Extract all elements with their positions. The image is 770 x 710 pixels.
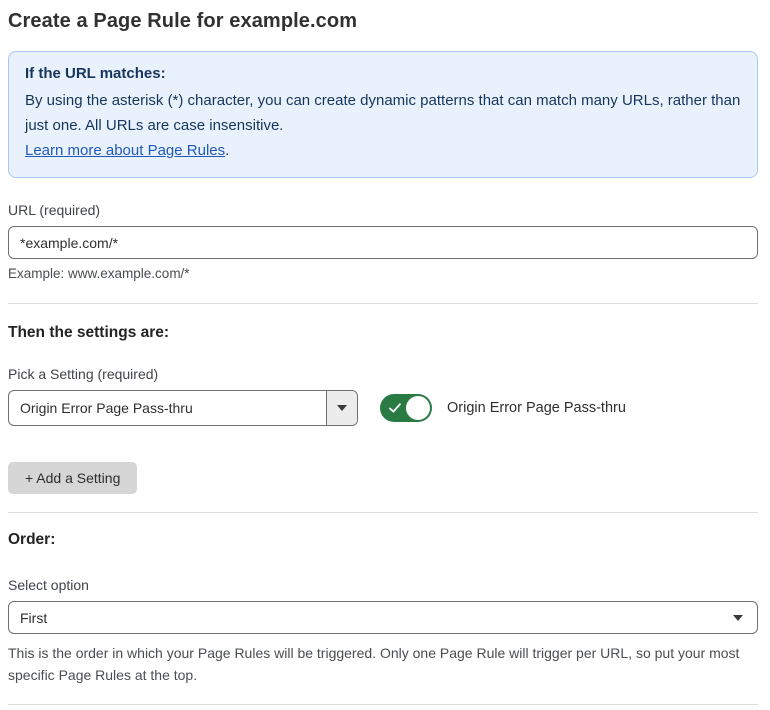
url-match-info-box: If the URL matches: By using the asteris… [8,51,758,178]
setting-row: Origin Error Page Pass-thru Origin Error… [8,390,758,426]
divider [8,704,758,705]
setting-dropdown[interactable]: Origin Error Page Pass-thru [8,390,358,426]
chevron-down-icon [337,405,347,411]
order-select-label: Select option [8,577,89,593]
url-example-helper: Example: www.example.com/* [8,266,190,281]
page-rule-form: Create a Page Rule for example.com If th… [0,0,770,710]
info-box-heading: If the URL matches: [25,65,166,82]
order-select[interactable]: First [8,601,758,634]
check-icon [389,403,401,413]
toggle-knob [406,396,430,420]
setting-toggle[interactable] [380,394,432,422]
url-input[interactable] [8,226,758,259]
divider [8,512,758,513]
chevron-down-icon [733,615,743,621]
divider [8,303,758,304]
info-link-suffix: . [225,142,230,159]
info-link-row: Learn more about Page Rules. [25,138,741,163]
order-section-heading: Order: [8,531,56,548]
order-helper-text: This is the order in which your Page Rul… [8,645,740,683]
setting-toggle-label: Origin Error Page Pass-thru [447,400,626,416]
setting-dropdown-value: Origin Error Page Pass-thru [20,400,193,416]
page-title: Create a Page Rule for example.com [8,10,358,32]
url-field-label: URL (required) [8,202,101,218]
pick-setting-label: Pick a Setting (required) [8,366,159,382]
info-box-body: By using the asterisk (*) character, you… [25,92,741,134]
add-setting-button[interactable]: + Add a Setting [8,462,138,494]
settings-section-heading: Then the settings are: [8,324,170,341]
setting-dropdown-arrow-button[interactable] [326,391,357,425]
order-select-value: First [20,609,48,626]
learn-more-link[interactable]: Learn more about Page Rules [25,142,225,159]
